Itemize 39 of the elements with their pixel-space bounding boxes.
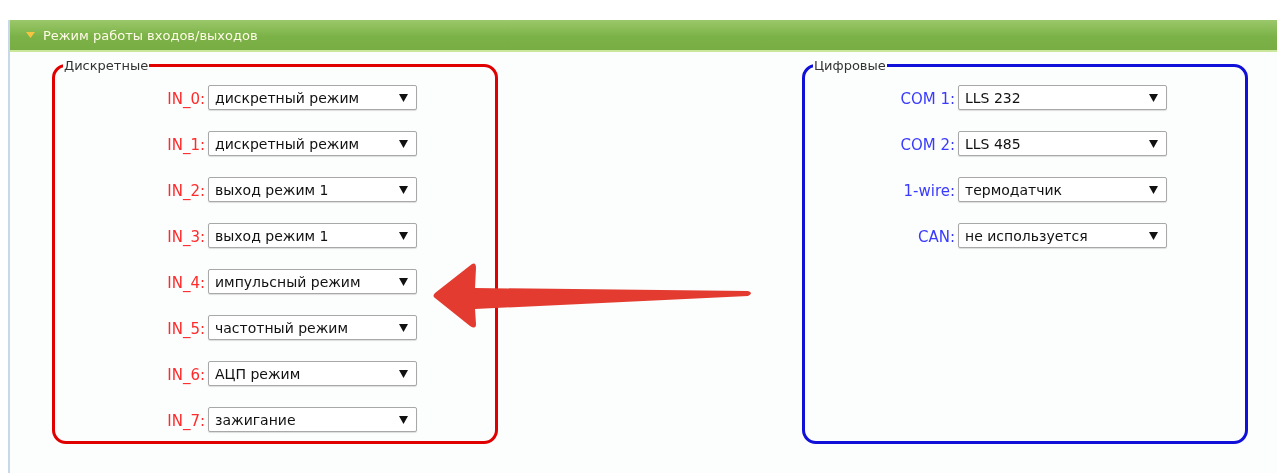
field-label: CAN: — [917, 227, 956, 248]
panel-title: Режим работы входов/выходов — [43, 27, 258, 43]
group-legend: Цифровые — [813, 58, 887, 73]
dropdown-caret-icon — [399, 93, 408, 102]
dropdown[interactable]: импульсный режим — [208, 269, 417, 294]
dropdown-caret-icon — [399, 323, 408, 332]
field-label: IN_3: — [166, 227, 206, 248]
dropdown-caret-icon — [399, 415, 408, 424]
dropdown-caret-icon — [399, 277, 408, 286]
dropdown[interactable]: выход режим 1 — [208, 177, 417, 202]
dropdown-caret-icon — [399, 369, 408, 378]
dropdown[interactable]: дискретный режим — [208, 131, 417, 156]
dropdown[interactable]: не используется — [958, 223, 1167, 248]
dropdown[interactable]: частотный режим — [208, 315, 417, 340]
dropdown[interactable]: выход режим 1 — [208, 223, 417, 248]
dropdown[interactable]: дискретный режим — [208, 85, 417, 110]
field-label: COM 1: — [899, 89, 956, 110]
field-label: IN_5: — [166, 319, 206, 340]
field-label: IN_0: — [166, 89, 206, 110]
dropdown[interactable]: АЦП режим — [208, 361, 417, 386]
group-legend: Дискретные — [63, 58, 150, 73]
dropdown-caret-icon — [399, 231, 408, 240]
dropdown[interactable]: LLS 232 — [958, 85, 1167, 110]
field-label: COM 2: — [899, 135, 956, 156]
field-label: IN_6: — [166, 365, 206, 386]
dropdown[interactable]: термодатчик — [958, 177, 1167, 202]
dropdown-caret-icon — [1149, 231, 1158, 240]
field-label: IN_1: — [166, 135, 206, 156]
dropdown-caret-icon — [399, 139, 408, 148]
dropdown-caret-icon — [1149, 139, 1158, 148]
dropdown-caret-icon — [1149, 185, 1158, 194]
dropdown-caret-icon — [399, 185, 408, 194]
field-label: 1-wire: — [902, 181, 956, 202]
dropdown[interactable]: зажигание — [208, 407, 417, 432]
field-label: IN_4: — [166, 273, 206, 294]
dropdown-caret-icon — [1149, 93, 1158, 102]
field-label: IN_7: — [166, 411, 206, 432]
dropdown[interactable]: LLS 485 — [958, 131, 1167, 156]
field-label: IN_2: — [166, 181, 206, 202]
